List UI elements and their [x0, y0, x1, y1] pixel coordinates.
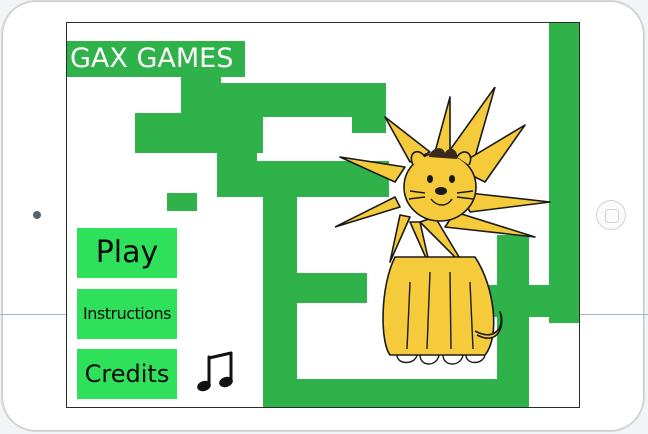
camera-icon: [33, 211, 41, 219]
mane-spike: [335, 196, 401, 228]
lion-mascot: [335, 87, 551, 365]
lion-paw: [419, 354, 440, 365]
lion-paw: [442, 354, 464, 365]
lion-eye: [449, 175, 455, 183]
home-button[interactable]: [596, 200, 626, 230]
play-button[interactable]: Play: [77, 228, 177, 278]
instructions-button[interactable]: Instructions: [77, 289, 177, 339]
music-notes-icon[interactable]: [195, 349, 239, 395]
maze-path: [263, 273, 297, 407]
lion-paw: [396, 354, 418, 364]
mane-spike: [434, 96, 451, 158]
lion-eye: [427, 175, 433, 183]
mane-spike: [389, 214, 411, 263]
game-screen: GAX GAMES Play Instructions Credits: [66, 22, 580, 408]
brand-title: GAX GAMES: [67, 41, 245, 77]
mane-spike: [339, 156, 406, 183]
lion-leg-line: [449, 271, 452, 350]
lion-paw: [465, 354, 486, 364]
lion-body: [382, 256, 495, 356]
lion-nose: [435, 187, 447, 195]
mane-spike: [444, 87, 496, 158]
maze-path: [263, 193, 297, 293]
credits-button[interactable]: Credits: [77, 349, 177, 399]
maze-path: [297, 379, 529, 407]
maze-path: [167, 193, 197, 211]
